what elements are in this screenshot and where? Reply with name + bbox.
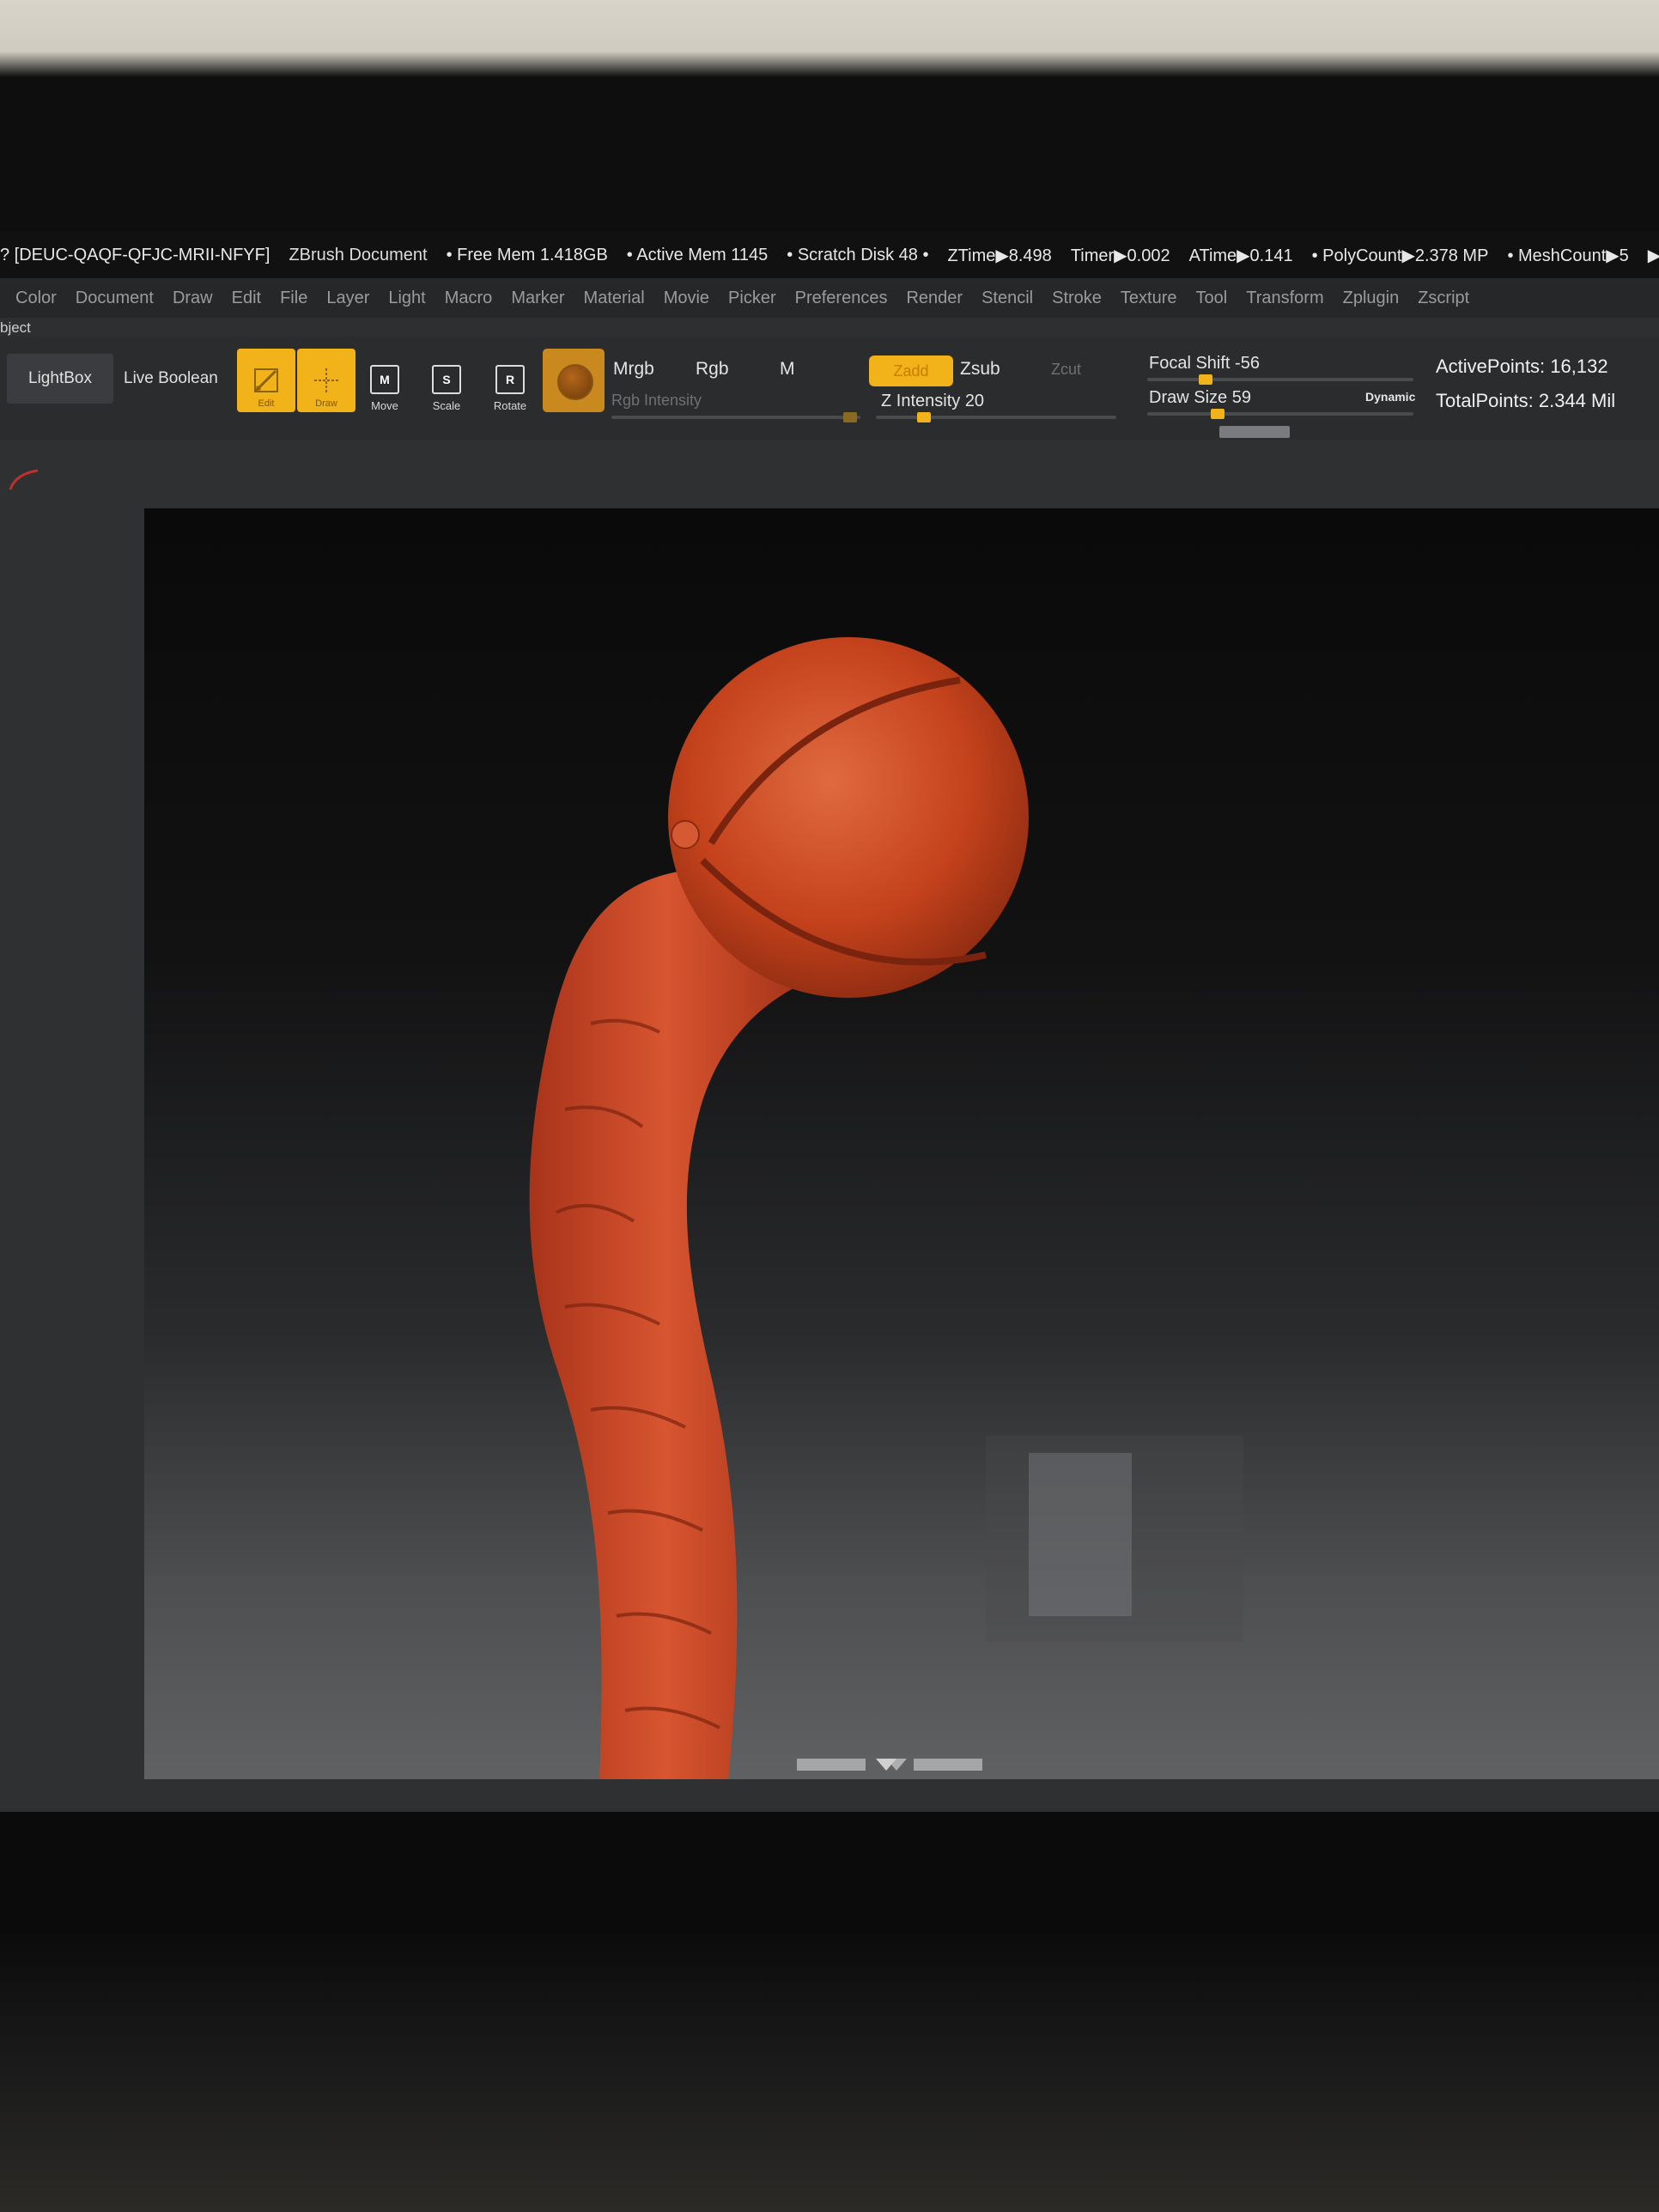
document-id: ? [DEUC-QAQF-QFJC-MRII-NFYF] — [0, 245, 270, 264]
free-mem: • Free Mem 1.418GB — [446, 245, 608, 264]
total-points: TotalPoints: 2.344 Mil — [1436, 390, 1616, 411]
object-label: bject — [0, 319, 31, 336]
draw-size-knob[interactable] — [1211, 409, 1225, 419]
menu-zscript[interactable]: Zscript — [1418, 289, 1469, 308]
menu-zplugin[interactable]: Zplugin — [1343, 289, 1400, 308]
wrinkled-stem[interactable] — [529, 852, 831, 1779]
red-curve-mark-icon — [9, 469, 39, 490]
canvas-frame — [0, 440, 1659, 1812]
ztime: ZTime▶8.498 — [947, 246, 1052, 265]
draw-icon — [314, 368, 338, 392]
document-canvas[interactable] — [144, 508, 1659, 1779]
menu-material[interactable]: Material — [584, 289, 645, 308]
m-button[interactable]: M — [780, 359, 795, 380]
move-label: Move — [371, 399, 398, 412]
zadd-button[interactable]: Zadd — [869, 356, 953, 386]
menu-document[interactable]: Document — [76, 289, 154, 308]
menu-edit[interactable]: Edit — [232, 289, 261, 308]
move-icon: M — [370, 365, 399, 394]
live-boolean-button[interactable]: Live Boolean — [124, 354, 218, 404]
document-name: ZBrush Document — [289, 245, 428, 264]
top-shelf-toolbar: LightBox Live Boolean Edit Draw M Move S… — [0, 337, 1659, 440]
active-points: ActivePoints: 16,132 — [1436, 356, 1608, 377]
mrgb-button[interactable]: Mrgb — [613, 359, 654, 380]
head-nub — [671, 820, 700, 849]
edit-button[interactable]: Edit — [237, 349, 295, 412]
rotate-icon: R — [495, 365, 525, 394]
focal-shift-slider[interactable] — [1147, 378, 1413, 381]
move-button[interactable]: M Move — [361, 352, 409, 412]
material-swatch[interactable] — [543, 349, 605, 412]
menu-stroke[interactable]: Stroke — [1052, 289, 1102, 308]
menu-draw[interactable]: Draw — [173, 289, 213, 308]
scale-label: Scale — [432, 399, 461, 412]
scratch-disk: • Scratch Disk 48 • — [787, 245, 929, 264]
quicksave[interactable]: ▶QuickSave In — [1648, 245, 1659, 266]
z-intensity-label: Z Intensity 20 — [881, 392, 985, 410]
draw-button[interactable]: Draw — [297, 349, 356, 412]
focal-shift-knob[interactable] — [1199, 374, 1213, 385]
timer: Timer▶0.002 — [1070, 246, 1170, 265]
material-ball-icon — [557, 364, 593, 400]
atime: ATime▶0.141 — [1188, 246, 1293, 265]
shelf-scroll-handle[interactable] — [1219, 426, 1290, 438]
rgb-intensity-label: Rgb Intensity — [611, 392, 702, 409]
menu-preferences[interactable]: Preferences — [795, 289, 888, 308]
active-mem: • Active Mem 1145 — [626, 245, 769, 264]
draw-label: Draw — [315, 398, 337, 409]
lightbox-button[interactable]: LightBox — [7, 354, 113, 404]
sculpt-model[interactable] — [144, 508, 1659, 1779]
menu-marker[interactable]: Marker — [511, 289, 564, 308]
z-intensity-knob[interactable] — [917, 412, 931, 422]
z-intensity-slider[interactable] — [876, 416, 1116, 419]
rgb-intensity-slider[interactable] — [611, 416, 860, 419]
zcut-button[interactable]: Zcut — [1051, 361, 1081, 379]
menu-color[interactable]: Color — [15, 289, 57, 308]
menu-movie[interactable]: Movie — [664, 289, 709, 308]
rgb-intensity-knob[interactable] — [843, 412, 857, 422]
menu-layer[interactable]: Layer — [326, 289, 369, 308]
menu-light[interactable]: Light — [388, 289, 425, 308]
rotate-label: Rotate — [493, 399, 527, 412]
zbrush-window: ? [DEUC-QAQF-QFJC-MRII-NFYF] ZBrush Docu… — [0, 232, 1659, 1812]
scale-button[interactable]: S Scale — [422, 352, 471, 412]
rgb-button[interactable]: Rgb — [696, 359, 729, 380]
menu-picker[interactable]: Picker — [728, 289, 776, 308]
rotate-button[interactable]: R Rotate — [486, 352, 534, 412]
polycount: • PolyCount▶2.378 MP — [1311, 246, 1489, 265]
focal-shift-label: Focal Shift -56 — [1149, 354, 1260, 373]
menu-render[interactable]: Render — [906, 289, 963, 308]
monitor-bottom-handle — [797, 1759, 982, 1771]
menu-macro[interactable]: Macro — [445, 289, 493, 308]
menu-bar: Color Document Draw Edit File Layer Ligh… — [0, 278, 1659, 318]
dynamic-toggle[interactable]: Dynamic — [1365, 390, 1415, 404]
menu-stencil[interactable]: Stencil — [981, 289, 1033, 308]
edit-icon — [253, 368, 278, 393]
title-status-bar: ? [DEUC-QAQF-QFJC-MRII-NFYF] ZBrush Docu… — [0, 232, 1659, 278]
zsub-button[interactable]: Zsub — [960, 359, 1000, 380]
scale-icon: S — [432, 365, 461, 394]
edit-label: Edit — [258, 398, 275, 409]
draw-size-label: Draw Size 59 — [1149, 388, 1251, 407]
menu-transform[interactable]: Transform — [1246, 289, 1323, 308]
meshcount: • MeshCount▶5 — [1507, 246, 1629, 265]
sphere-head[interactable] — [668, 637, 1029, 998]
window-reflection-bright — [1029, 1453, 1132, 1616]
draw-size-slider[interactable] — [1147, 412, 1413, 416]
photo-of-monitor: ? [DEUC-QAQF-QFJC-MRII-NFYF] ZBrush Docu… — [0, 0, 1659, 2212]
menu-tool[interactable]: Tool — [1196, 289, 1228, 308]
menu-texture[interactable]: Texture — [1121, 289, 1177, 308]
menu-file[interactable]: File — [280, 289, 307, 308]
